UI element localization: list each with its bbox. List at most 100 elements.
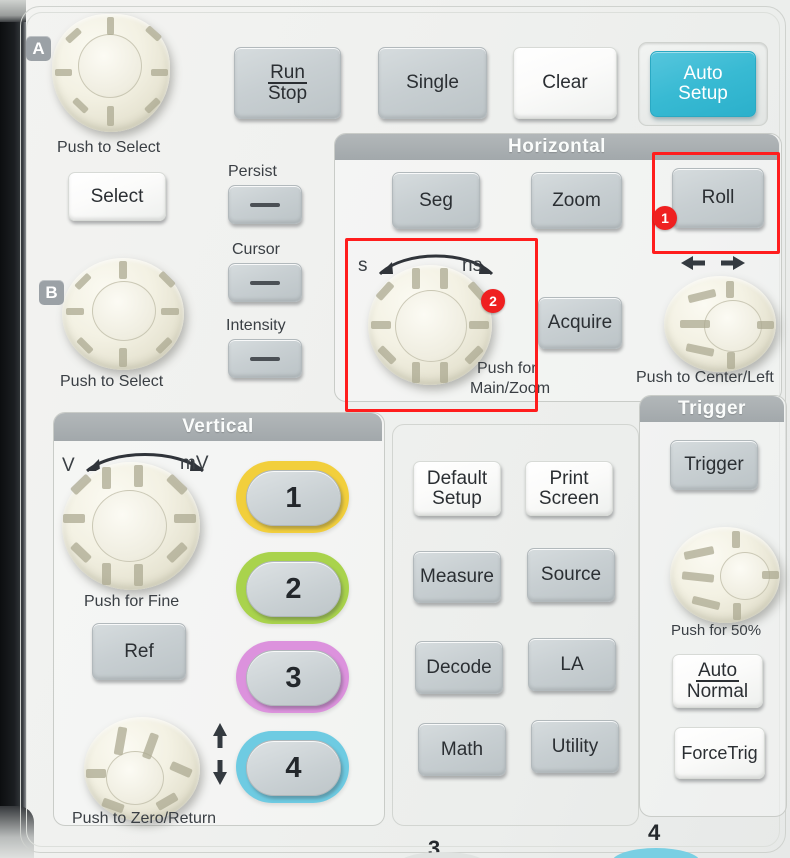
knob-tick — [412, 362, 420, 383]
default-setup-label: Default Setup — [426, 467, 488, 509]
measure-button[interactable]: Measure — [413, 551, 501, 603]
knob-tick — [151, 69, 168, 76]
knob-tick — [66, 308, 84, 315]
knob-tick — [141, 732, 160, 760]
horizontal-position-knob[interactable] — [664, 276, 776, 372]
auto-setup-button[interactable]: Auto Setup — [650, 51, 756, 117]
channel-1-button[interactable]: 1 — [246, 470, 341, 526]
decode-label: Decode — [426, 656, 492, 678]
knob-b-multipurpose[interactable] — [62, 258, 184, 370]
knob-tick — [691, 595, 721, 611]
decode-button[interactable]: Decode — [415, 641, 503, 694]
la-button[interactable]: LA — [528, 638, 616, 691]
seg-button[interactable]: Seg — [392, 172, 480, 229]
cursor-label: Cursor — [232, 241, 281, 258]
knob-tick — [71, 97, 90, 114]
auto-normal-button[interactable]: Auto Normal — [672, 654, 763, 708]
knob-tick — [134, 465, 143, 487]
acquire-label: Acquire — [547, 312, 613, 334]
acquire-button[interactable]: Acquire — [538, 297, 622, 349]
vertical-title-label: Vertical — [182, 416, 254, 437]
single-button[interactable]: Single — [378, 47, 487, 119]
trigger-group-title: Trigger — [640, 396, 784, 422]
channel-3-button[interactable]: 3 — [246, 650, 341, 706]
knob-tick — [762, 571, 779, 579]
ref-button[interactable]: Ref — [92, 623, 186, 680]
horizontal-scale-knob[interactable] — [368, 265, 492, 385]
knob-tick — [726, 281, 734, 298]
knob-tick — [155, 792, 179, 811]
vertical-group-title: Vertical — [54, 413, 382, 441]
zoom-button[interactable]: Zoom — [531, 172, 622, 229]
channel-4-button[interactable]: 4 — [246, 740, 341, 796]
knob-tick — [74, 272, 92, 291]
bezel-top-cap — [0, 0, 26, 22]
knob-a-multipurpose[interactable] — [52, 14, 170, 132]
bnc-connector-ch4 — [612, 848, 700, 858]
knob-tick — [683, 545, 715, 561]
select-button[interactable]: Select — [68, 172, 166, 221]
vertical-scale-knob[interactable] — [62, 462, 200, 590]
knob-tick — [727, 352, 735, 369]
oscilloscope-front-panel: A Push to Select Run Stop Single Clear A… — [0, 0, 790, 858]
knob-tick — [161, 308, 179, 315]
vertical-position-caption: Push to Zero/Return — [72, 810, 217, 827]
screen-label: Screen — [538, 487, 600, 509]
clear-label: Clear — [542, 72, 588, 94]
horizontal-group-title: Horizontal — [335, 134, 779, 160]
ref-label: Ref — [124, 640, 154, 662]
la-label: LA — [560, 653, 584, 675]
force-trig-button[interactable]: ForceTrig — [674, 727, 765, 779]
math-button[interactable]: Math — [418, 723, 506, 776]
knob-tick — [102, 563, 111, 585]
horizontal-scale-caption-line1: Push for — [477, 360, 537, 377]
channel-1-label: 1 — [285, 481, 302, 514]
knob-tick — [86, 769, 106, 778]
vertical-scale-caption: Push for Fine — [84, 593, 180, 610]
knob-tick — [143, 97, 162, 114]
auto-label: Auto — [683, 63, 723, 85]
knob-a-cap — [78, 34, 142, 98]
vertical-position-knob[interactable] — [84, 717, 200, 821]
source-label: Source — [540, 564, 602, 586]
knob-tick — [165, 541, 189, 564]
knob-b-caption: Push to Select — [60, 373, 164, 390]
knob-tick — [76, 336, 94, 355]
run-stop-button[interactable]: Run Stop — [234, 47, 341, 119]
auto-trig-label: Auto — [695, 659, 740, 682]
dash-icon — [250, 202, 280, 207]
channel-2-button[interactable]: 2 — [246, 561, 341, 617]
channel-4-label: 4 — [285, 751, 302, 784]
horizontal-title-label: Horizontal — [508, 136, 606, 157]
intensity-button[interactable] — [228, 339, 302, 378]
annotation-marker-2: 2 — [481, 289, 505, 313]
dash-icon — [250, 356, 280, 361]
utility-button[interactable]: Utility — [531, 720, 619, 773]
roll-button[interactable]: Roll — [672, 168, 764, 228]
default-setup-button[interactable]: Default Setup — [413, 461, 501, 516]
bnc-label-ch4: 4 — [648, 820, 661, 845]
clear-button[interactable]: Clear — [513, 47, 617, 119]
trigger-level-knob[interactable] — [670, 527, 780, 623]
annotation-marker-1: 1 — [653, 206, 677, 230]
trigger-level-caption: Push for 50% — [671, 622, 762, 639]
math-label: Math — [440, 738, 484, 760]
single-label: Single — [406, 72, 459, 94]
knob-tick — [119, 261, 127, 279]
vertical-scale-unit-right: mV — [180, 453, 209, 474]
print-screen-button[interactable]: Print Screen — [525, 461, 613, 516]
knob-tick — [155, 336, 173, 355]
persist-button[interactable] — [228, 185, 302, 224]
persist-label: Persist — [228, 163, 277, 180]
default-label: Default — [426, 467, 488, 489]
knob-tick — [107, 17, 114, 35]
knob-tick — [681, 571, 715, 583]
knob-b-cap — [92, 281, 156, 341]
knob-tick — [174, 514, 196, 523]
knob-tick — [69, 541, 93, 564]
trigger-button[interactable]: Trigger — [670, 440, 758, 490]
knob-tick — [64, 27, 83, 44]
knob-tick — [732, 531, 740, 548]
source-button[interactable]: Source — [527, 548, 615, 602]
cursor-button[interactable] — [228, 263, 302, 302]
